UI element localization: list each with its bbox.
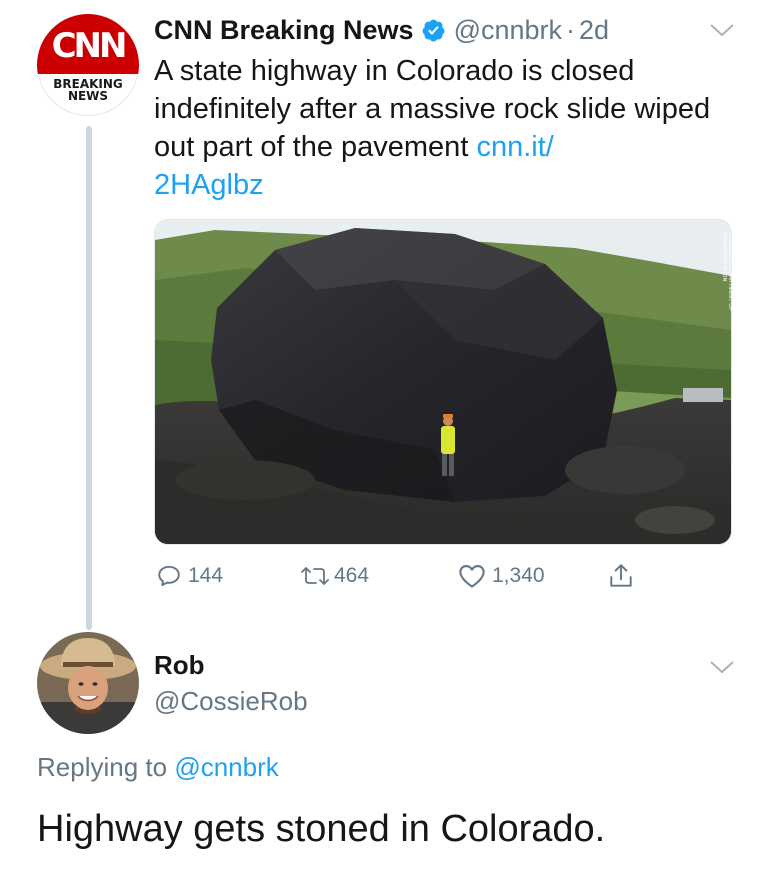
thread-connector-line: [86, 126, 92, 630]
retweet-count: 464: [334, 564, 370, 587]
chevron-down-icon[interactable]: [709, 22, 735, 38]
retweet-action[interactable]: 464: [300, 562, 369, 590]
tweet-link-part2[interactable]: 2HAglbz: [154, 169, 264, 201]
tweet-text: A state highway in Colorado is closed in…: [154, 52, 724, 204]
replying-to-line: Replying to @cnnbrk: [37, 752, 279, 783]
verified-badge-icon: [421, 18, 446, 43]
tweet-text-body: A state highway in Colorado is closed in…: [154, 55, 711, 163]
reply-action[interactable]: 144: [156, 562, 223, 590]
share-action[interactable]: [608, 562, 634, 590]
tweet-author-name[interactable]: CNN Breaking News: [154, 15, 414, 46]
rob-avatar-photo: [37, 632, 139, 734]
rock-slide-photo: [155, 220, 731, 544]
share-icon: [610, 564, 632, 587]
tweet-link-part1[interactable]: cnn.it/: [476, 131, 553, 163]
reply-text: Highway gets stoned in Colorado.: [37, 808, 606, 850]
cnn-logo-subtitle-line2: NEWS: [67, 89, 109, 103]
tweet-header: CNN Breaking News @cnnbrk · 2d: [154, 12, 728, 48]
tweet-photo[interactable]: [154, 219, 732, 545]
cnn-logo-subtitle: BREAKING NEWS: [37, 78, 139, 102]
like-action[interactable]: 1,340: [458, 562, 545, 590]
replying-to-mention[interactable]: @cnnbrk: [174, 752, 278, 782]
retweet-icon: [301, 567, 329, 585]
header-separator: ·: [566, 14, 576, 45]
chevron-down-icon[interactable]: [709, 659, 735, 675]
rob-avatar[interactable]: [37, 632, 139, 734]
reply-icon: [158, 565, 180, 587]
tweet-author-handle[interactable]: @cnnbrk: [454, 15, 562, 46]
heart-icon: [459, 565, 485, 588]
photo-credit: COLORADO DEPARTMENT OF TRANSPORTATION: [721, 232, 733, 311]
tweet-timestamp[interactable]: 2d: [579, 15, 609, 46]
cnn-logo-text: CNN: [51, 26, 128, 66]
reply-author-name[interactable]: Rob: [154, 650, 205, 681]
cnn-avatar[interactable]: CNN BREAKING NEWS: [37, 14, 139, 116]
replying-to-prefix: Replying to: [37, 752, 175, 782]
like-count: 1,340: [492, 564, 545, 587]
reply-author-handle[interactable]: @CossieRob: [154, 686, 308, 717]
reply-count: 144: [188, 564, 224, 587]
